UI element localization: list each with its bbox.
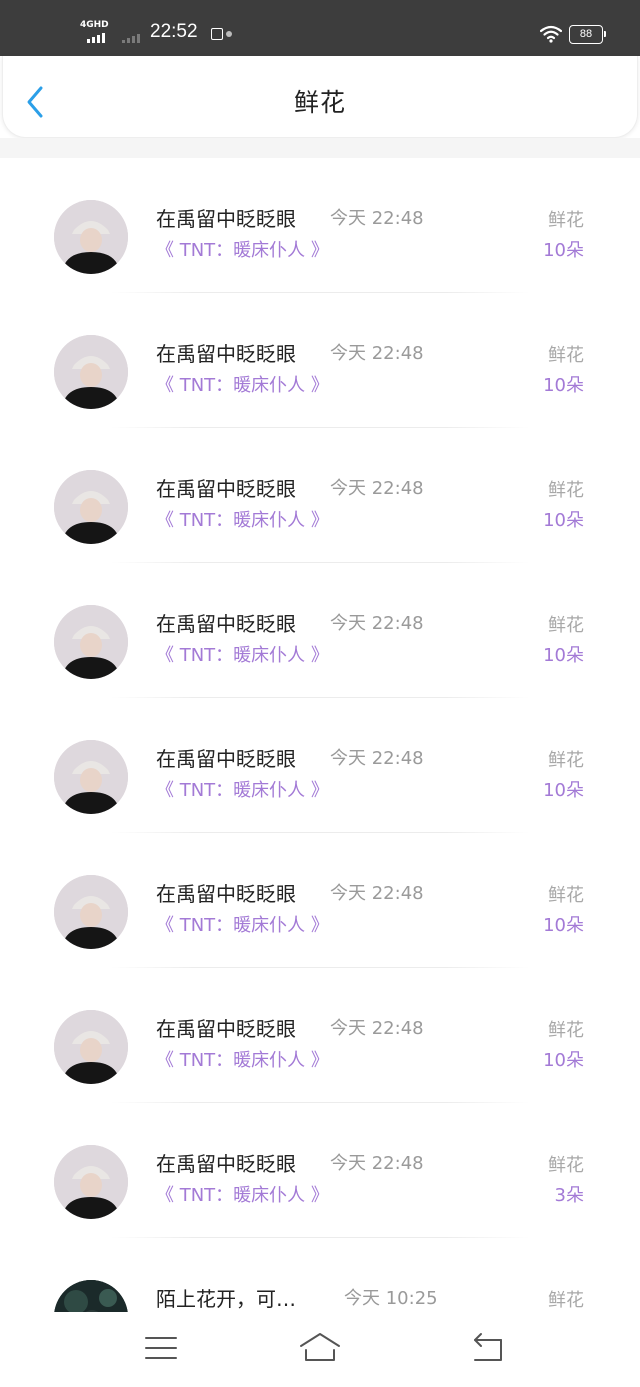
gift-type: 鲜花 — [548, 750, 584, 771]
network-indicator: 4GHD — [80, 20, 110, 46]
user-avatar-image — [54, 740, 128, 814]
list-item[interactable]: 在禹留中眨眨眼 今天 22:48 《 TNT：暖床仆人 》 鲜花 10朵 — [0, 563, 640, 698]
user-avatar-image — [54, 470, 128, 544]
avatar[interactable] — [54, 1280, 128, 1312]
sender-name: 在禹留中眨眨眼 — [156, 882, 296, 906]
sender-name: 在禹留中眨眨眼 — [156, 1152, 296, 1176]
list-item[interactable]: 在禹留中眨眨眼 今天 22:48 《 TNT：暖床仆人 》 鲜花 10朵 — [0, 428, 640, 563]
avatar[interactable] — [54, 875, 128, 949]
menu-icon — [145, 1337, 177, 1359]
user-avatar-image — [54, 1280, 128, 1312]
list-item[interactable]: 在禹留中眨眨眼 今天 22:48 《 TNT：暖床仆人 》 鲜花 10朵 — [0, 293, 640, 428]
user-avatar-image — [54, 200, 128, 274]
status-time: 22:52 — [150, 21, 198, 42]
list-item[interactable]: 在禹留中眨眨眼 今天 22:48 《 TNT：暖床仆人 》 鲜花 10朵 — [0, 158, 640, 293]
gift-type: 鲜花 — [548, 210, 584, 231]
gift-time: 今天 22:48 — [330, 208, 424, 229]
network-type-label: 4GHD — [80, 20, 109, 30]
gift-time: 今天 22:48 — [330, 1153, 424, 1174]
gift-type: 鲜花 — [548, 615, 584, 636]
signal-strength-icon — [87, 33, 105, 43]
sender-name: 在禹留中眨眨眼 — [156, 747, 296, 771]
user-avatar-image — [54, 335, 128, 409]
book-title-link[interactable]: 《 TNT：暖床仆人 》 — [156, 643, 329, 669]
avatar[interactable] — [54, 740, 128, 814]
sender-name: 在禹留中眨眨眼 — [156, 342, 296, 366]
gift-time: 今天 22:48 — [330, 1018, 424, 1039]
user-avatar-image — [54, 1010, 128, 1084]
list-item[interactable]: 在禹留中眨眨眼 今天 22:48 《 TNT：暖床仆人 》 鲜花 10朵 — [0, 968, 640, 1103]
avatar[interactable] — [54, 335, 128, 409]
avatar[interactable] — [54, 1010, 128, 1084]
secondary-signal-icon — [122, 34, 140, 43]
notification-icon — [211, 28, 223, 40]
sender-name: 在禹留中眨眨眼 — [156, 612, 296, 636]
system-navigation-bar — [0, 1312, 640, 1387]
gift-count: 10朵 — [543, 510, 584, 531]
home-button[interactable] — [295, 1328, 345, 1368]
list-item[interactable]: 陌上花开，可… 今天 10:25 鲜花 — [0, 1238, 640, 1312]
user-avatar-image — [54, 605, 128, 679]
book-title-link[interactable]: 《 TNT：暖床仆人 》 — [156, 238, 329, 264]
battery-icon: 88 — [569, 25, 606, 44]
gift-count: 10朵 — [543, 375, 584, 396]
avatar[interactable] — [54, 470, 128, 544]
gift-time: 今天 10:25 — [344, 1288, 438, 1309]
gift-type: 鲜花 — [548, 345, 584, 366]
app-header: 鲜花 — [2, 56, 638, 138]
return-button[interactable] — [463, 1328, 513, 1368]
sender-name: 陌上花开，可… — [156, 1287, 296, 1311]
status-bar: 4GHD 22:52 88 — [0, 0, 640, 56]
list-item[interactable]: 在禹留中眨眨眼 今天 22:48 《 TNT：暖床仆人 》 鲜花 3朵 — [0, 1103, 640, 1238]
gift-time: 今天 22:48 — [330, 613, 424, 634]
sender-name: 在禹留中眨眨眼 — [156, 477, 296, 501]
list-item[interactable]: 在禹留中眨眨眼 今天 22:48 《 TNT：暖床仆人 》 鲜花 10朵 — [0, 833, 640, 968]
gift-type: 鲜花 — [548, 1290, 584, 1311]
gift-record-list: 在禹留中眨眨眼 今天 22:48 《 TNT：暖床仆人 》 鲜花 10朵 在禹留… — [0, 158, 640, 1312]
gift-time: 今天 22:48 — [330, 343, 424, 364]
user-avatar-image — [54, 875, 128, 949]
user-avatar-image — [54, 1145, 128, 1219]
avatar[interactable] — [54, 200, 128, 274]
gift-count: 10朵 — [543, 645, 584, 666]
gift-count: 3朵 — [554, 1185, 584, 1206]
return-icon — [474, 1333, 502, 1361]
gift-type: 鲜花 — [548, 480, 584, 501]
book-title-link[interactable]: 《 TNT：暖床仆人 》 — [156, 1183, 329, 1209]
book-title-link[interactable]: 《 TNT：暖床仆人 》 — [156, 373, 329, 399]
gift-type: 鲜花 — [548, 1155, 584, 1176]
book-title-link[interactable]: 《 TNT：暖床仆人 》 — [156, 1048, 329, 1074]
gift-count: 10朵 — [543, 915, 584, 936]
home-icon — [300, 1333, 340, 1361]
list-item[interactable]: 在禹留中眨眨眼 今天 22:48 《 TNT：暖床仆人 》 鲜花 10朵 — [0, 698, 640, 833]
gift-type: 鲜花 — [548, 1020, 584, 1041]
sender-name: 在禹留中眨眨眼 — [156, 1017, 296, 1041]
book-title-link[interactable]: 《 TNT：暖床仆人 》 — [156, 508, 329, 534]
avatar[interactable] — [54, 605, 128, 679]
gift-count: 10朵 — [543, 780, 584, 801]
notification-dot-icon — [226, 31, 232, 37]
gift-time: 今天 22:48 — [330, 748, 424, 769]
sender-name: 在禹留中眨眨眼 — [156, 207, 296, 231]
gift-time: 今天 22:48 — [330, 883, 424, 904]
gift-time: 今天 22:48 — [330, 478, 424, 499]
avatar[interactable] — [54, 1145, 128, 1219]
menu-button[interactable] — [136, 1328, 186, 1368]
page-title: 鲜花 — [293, 88, 346, 117]
section-divider — [0, 138, 640, 158]
gift-type: 鲜花 — [548, 885, 584, 906]
book-title-link[interactable]: 《 TNT：暖床仆人 》 — [156, 913, 329, 939]
book-title-link[interactable]: 《 TNT：暖床仆人 》 — [156, 778, 329, 804]
gift-count: 10朵 — [543, 1050, 584, 1071]
wifi-icon — [540, 25, 562, 43]
gift-count: 10朵 — [543, 240, 584, 261]
